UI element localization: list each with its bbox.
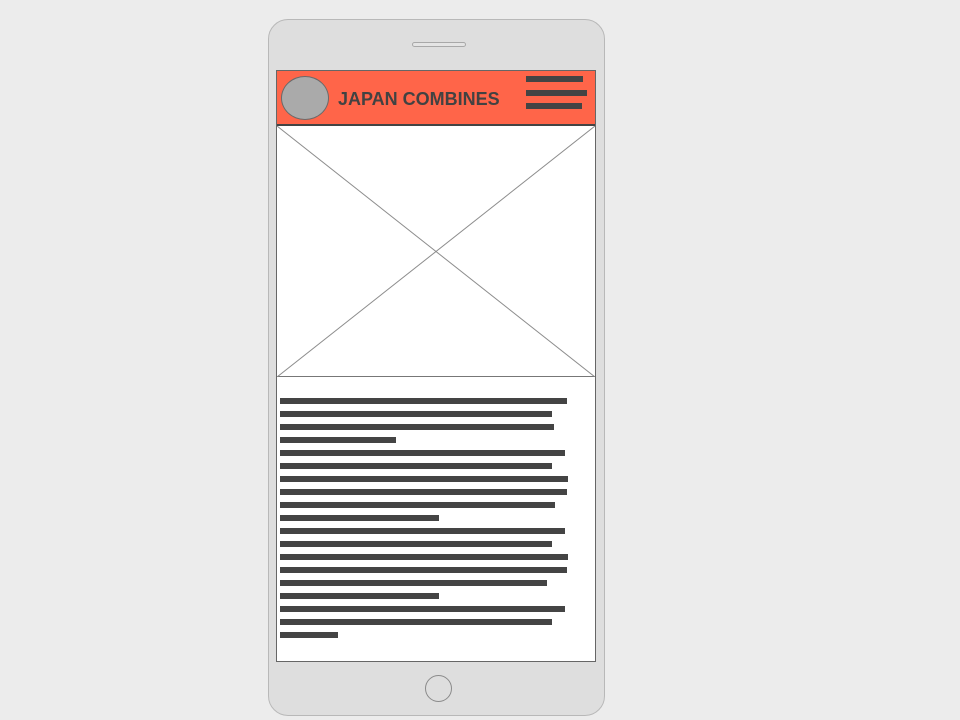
text-line [280, 463, 552, 469]
text-line [280, 489, 567, 495]
text-line [280, 619, 552, 625]
app-header: JAPAN COMBINES [277, 71, 595, 126]
text-line [280, 398, 567, 404]
hero-image-placeholder [277, 126, 595, 377]
menu-bar [526, 103, 582, 109]
text-line [280, 593, 439, 599]
text-line [280, 528, 565, 534]
text-line [280, 567, 567, 573]
text-line [280, 476, 568, 482]
app-title: JAPAN COMBINES [338, 89, 500, 109]
text-line [280, 554, 568, 560]
text-line [280, 450, 565, 456]
logo-placeholder[interactable] [281, 76, 329, 120]
text-line [280, 606, 565, 612]
text-line [280, 424, 554, 430]
home-button[interactable] [425, 675, 452, 702]
menu-bar [526, 76, 583, 82]
text-line [280, 437, 396, 443]
image-placeholder-icon [277, 126, 595, 377]
text-line [280, 632, 338, 638]
text-line [280, 515, 439, 521]
text-line [280, 411, 552, 417]
phone-speaker [412, 42, 466, 47]
hamburger-menu-icon[interactable] [526, 76, 590, 112]
text-line [280, 502, 555, 508]
text-line [280, 580, 547, 586]
menu-bar [526, 90, 587, 96]
phone-frame: JAPAN COMBINES [268, 19, 605, 716]
text-line [280, 541, 552, 547]
text-placeholder-block [280, 347, 570, 638]
